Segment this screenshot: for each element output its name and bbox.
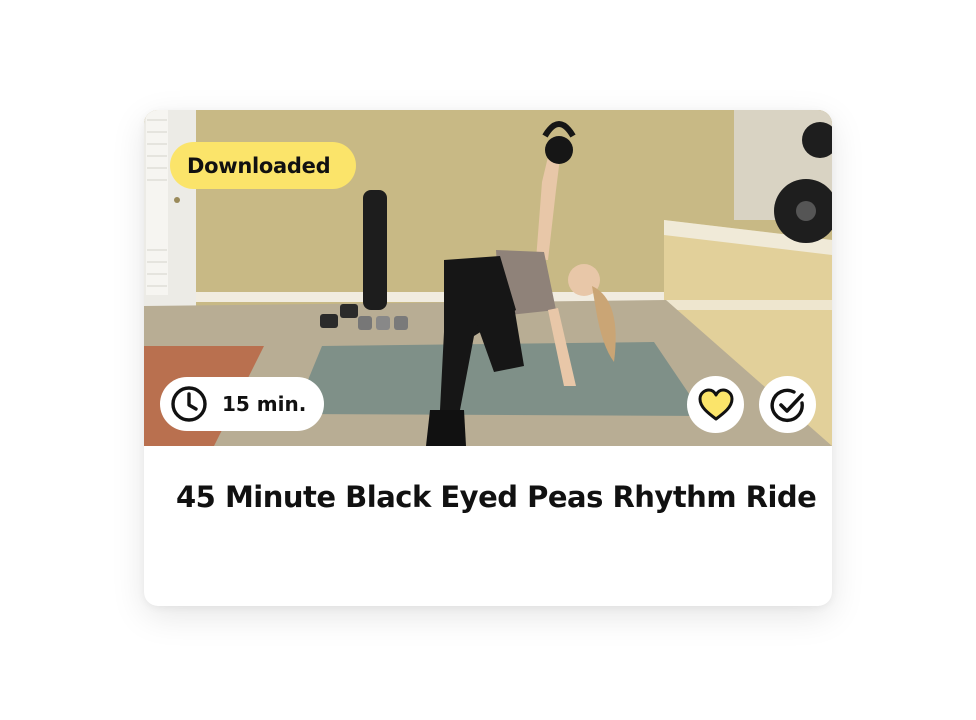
workout-title[interactable]: 45 Minute Black Eyed Peas Rhythm Ride (176, 480, 817, 514)
workout-card[interactable]: Downloaded 15 min. 45 Minute Black Eyed … (144, 110, 832, 606)
workout-thumbnail[interactable]: Downloaded 15 min. (144, 110, 832, 446)
duration-label: 15 min. (222, 392, 307, 416)
downloaded-badge-label: Downloaded (187, 153, 331, 178)
favorite-button[interactable] (687, 376, 744, 433)
mark-complete-button[interactable] (759, 376, 816, 433)
downloaded-badge: Downloaded (170, 142, 357, 189)
duration-pill: 15 min. (160, 377, 325, 431)
clock-icon (170, 385, 208, 423)
heart-icon (698, 388, 734, 422)
check-circle-icon (769, 386, 807, 424)
